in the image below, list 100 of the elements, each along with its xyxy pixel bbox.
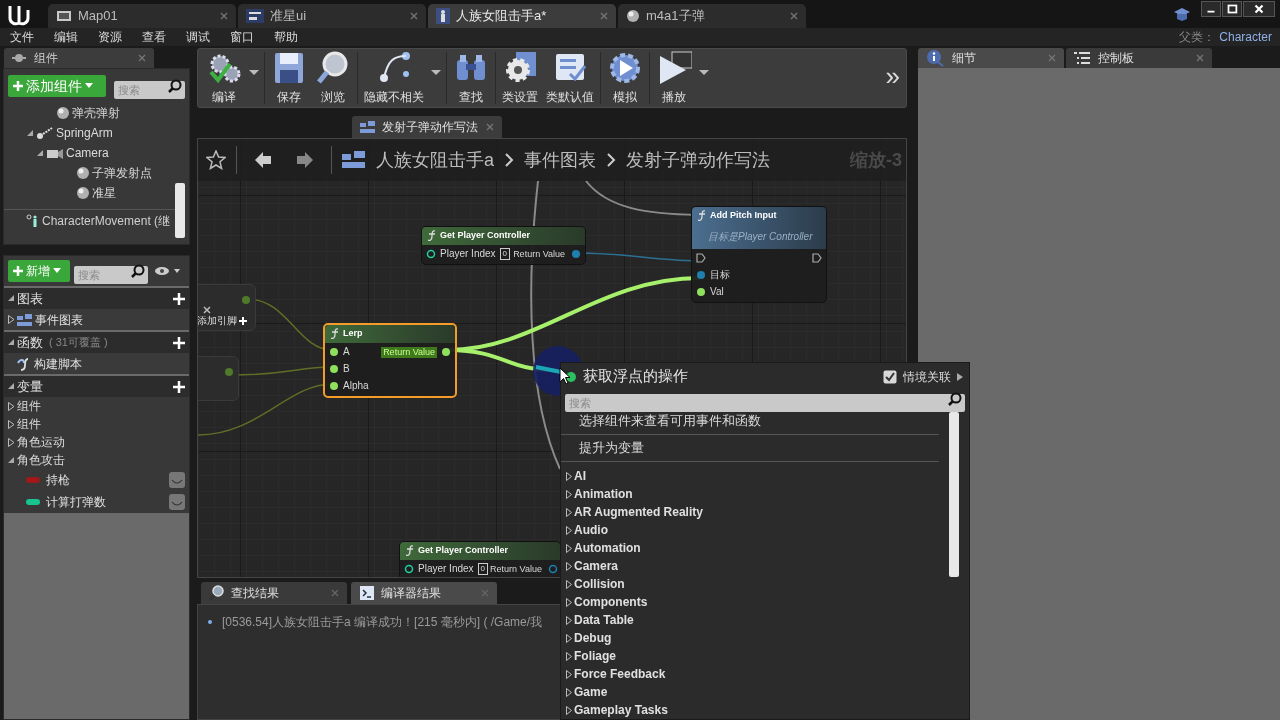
- add-icon[interactable]: [173, 336, 185, 349]
- checkbox-label[interactable]: 情境关联: [903, 367, 951, 386]
- breadcrumb-item[interactable]: 事件图表: [524, 146, 596, 174]
- add-icon[interactable]: [173, 380, 185, 393]
- menu-category[interactable]: Foliage: [574, 647, 616, 665]
- menu-category[interactable]: AR Augmented Reality: [574, 503, 703, 521]
- close-icon[interactable]: [790, 12, 798, 20]
- menu-category[interactable]: Camera: [574, 557, 619, 575]
- eye-icon[interactable]: [154, 265, 182, 277]
- panel-tab[interactable]: 控制板: [1066, 48, 1212, 68]
- pin-value-field[interactable]: 0: [499, 248, 511, 260]
- breadcrumb-item[interactable]: 发射子弹动作写法: [626, 146, 770, 174]
- tree-item[interactable]: SpringArm: [56, 124, 113, 142]
- pin-icon[interactable]: [696, 287, 706, 297]
- section-title[interactable]: 函数: [17, 332, 43, 353]
- pin-icon[interactable]: [329, 381, 339, 391]
- menu-item[interactable]: 查看: [132, 28, 176, 46]
- pin-value-field[interactable]: 0: [477, 563, 489, 575]
- pin-icon[interactable]: [329, 347, 339, 357]
- scrollbar-thumb[interactable]: [175, 183, 185, 238]
- graph-node[interactable]: Add Pitch Input 目标是Player Controller 目标 Val: [691, 206, 827, 303]
- maximize-button[interactable]: [1222, 1, 1242, 17]
- toolbar-button[interactable]: 浏览: [311, 50, 355, 106]
- menu-category[interactable]: Animation: [574, 485, 633, 503]
- tree-item[interactable]: Camera: [66, 144, 109, 162]
- menu-item[interactable]: 帮助: [264, 28, 308, 46]
- toolbar-button[interactable]: 播放: [652, 50, 696, 106]
- close-icon[interactable]: [203, 306, 211, 314]
- document-tab[interactable]: 人族女阻击手a*: [428, 4, 616, 28]
- minimize-button[interactable]: [1201, 1, 1221, 17]
- menu-category[interactable]: Force Feedback: [574, 665, 666, 683]
- graph-node[interactable]: Lerp A B Alpha Return Value: [323, 323, 457, 398]
- graph-tab[interactable]: 发射子弹动作写法: [352, 116, 502, 138]
- menu-category[interactable]: Audio: [574, 521, 608, 539]
- star-icon[interactable]: [206, 150, 226, 170]
- menu-category[interactable]: Game: [574, 683, 608, 701]
- category-item[interactable]: 组件: [17, 397, 41, 415]
- graph-node[interactable]: Get Player Controller Player Index 0 Return Value: [399, 541, 561, 577]
- toolbar-button[interactable]: 类默认值: [542, 50, 598, 106]
- close-button[interactable]: [1243, 1, 1275, 17]
- breadcrumb-item[interactable]: 人族女阻击手a: [376, 146, 494, 174]
- menu-category[interactable]: Debug: [574, 629, 612, 647]
- menu-category[interactable]: Gameplay Tasks: [574, 701, 668, 719]
- document-tab[interactable]: 准星ui: [238, 4, 426, 28]
- eye-closed-icon[interactable]: [169, 472, 185, 488]
- graph-node[interactable]: Get Player Controller Player Index 0 Return Value: [421, 226, 586, 265]
- section-title[interactable]: 图表: [17, 288, 43, 309]
- add-icon[interactable]: [173, 292, 185, 305]
- menu-item[interactable]: 文件: [0, 28, 44, 46]
- overflow-button[interactable]: »: [885, 63, 902, 93]
- panel-tab[interactable]: 细节: [918, 48, 1064, 68]
- pin-icon[interactable]: [426, 249, 436, 259]
- toolbar-button[interactable]: 模拟: [603, 50, 647, 106]
- pin-icon[interactable]: [441, 347, 451, 357]
- document-tab[interactable]: m4a1子弹: [618, 4, 806, 28]
- toolbar-button[interactable]: 隐藏不相关: [360, 50, 428, 106]
- checkbox[interactable]: [883, 369, 897, 384]
- dropdown-caret-icon[interactable]: [699, 70, 709, 76]
- menu-item[interactable]: 资源: [88, 28, 132, 46]
- menu-item[interactable]: 窗口: [220, 28, 264, 46]
- dropdown-caret-icon[interactable]: [249, 70, 259, 76]
- search-field[interactable]: 搜索: [565, 394, 965, 412]
- section-title[interactable]: 变量: [17, 376, 43, 397]
- toolbar-button[interactable]: 查找: [449, 50, 493, 106]
- category-item[interactable]: 组件: [17, 415, 41, 433]
- tree-item[interactable]: CharacterMovement (继: [42, 211, 171, 230]
- menu-item[interactable]: 调试: [176, 28, 220, 46]
- graph-node[interactable]: [198, 356, 239, 401]
- menu-category[interactable]: Data Table: [574, 611, 634, 629]
- toolbar-button[interactable]: 类设置: [498, 50, 542, 106]
- scrollbar-thumb[interactable]: [949, 412, 959, 577]
- menu-category[interactable]: AI: [574, 467, 586, 485]
- menu-item[interactable]: 提升为变量: [561, 435, 939, 462]
- pin-icon[interactable]: [329, 364, 339, 374]
- pin-icon[interactable]: [404, 564, 414, 574]
- exec-pin-icon[interactable]: [696, 253, 706, 263]
- search-field[interactable]: 搜索: [114, 81, 185, 99]
- toolbar-button[interactable]: 编译: [202, 50, 246, 106]
- dropdown-caret-icon[interactable]: [431, 70, 441, 76]
- menu-category[interactable]: Components: [574, 593, 648, 611]
- menu-item[interactable]: 选择组件来查看可用事件和函数: [561, 408, 939, 435]
- tree-item[interactable]: 子弹发射点: [92, 164, 152, 182]
- document-tab[interactable]: Map01: [48, 4, 236, 28]
- graduation-cap-icon[interactable]: [1173, 6, 1191, 22]
- toolbar-button[interactable]: 保存: [267, 50, 311, 106]
- panel-tab[interactable]: 编译器结果: [351, 582, 497, 604]
- search-field[interactable]: 搜索: [74, 266, 148, 284]
- eye-closed-icon[interactable]: [169, 494, 185, 510]
- menu-category[interactable]: Collision: [574, 575, 625, 593]
- menu-category[interactable]: Automation: [574, 539, 641, 557]
- exec-pin-icon[interactable]: [812, 253, 822, 263]
- tree-item[interactable]: 弹壳弹射: [72, 104, 120, 122]
- tree-item[interactable]: 准星: [92, 184, 116, 202]
- panel-tab[interactable]: 组件: [4, 48, 154, 68]
- forward-arrow-icon[interactable]: [295, 150, 315, 170]
- panel-tab[interactable]: 查找结果: [201, 582, 347, 604]
- close-icon[interactable]: [220, 12, 228, 20]
- menu-item[interactable]: 编辑: [44, 28, 88, 46]
- back-arrow-icon[interactable]: [253, 150, 273, 170]
- parent-class-link[interactable]: Character: [1219, 28, 1272, 46]
